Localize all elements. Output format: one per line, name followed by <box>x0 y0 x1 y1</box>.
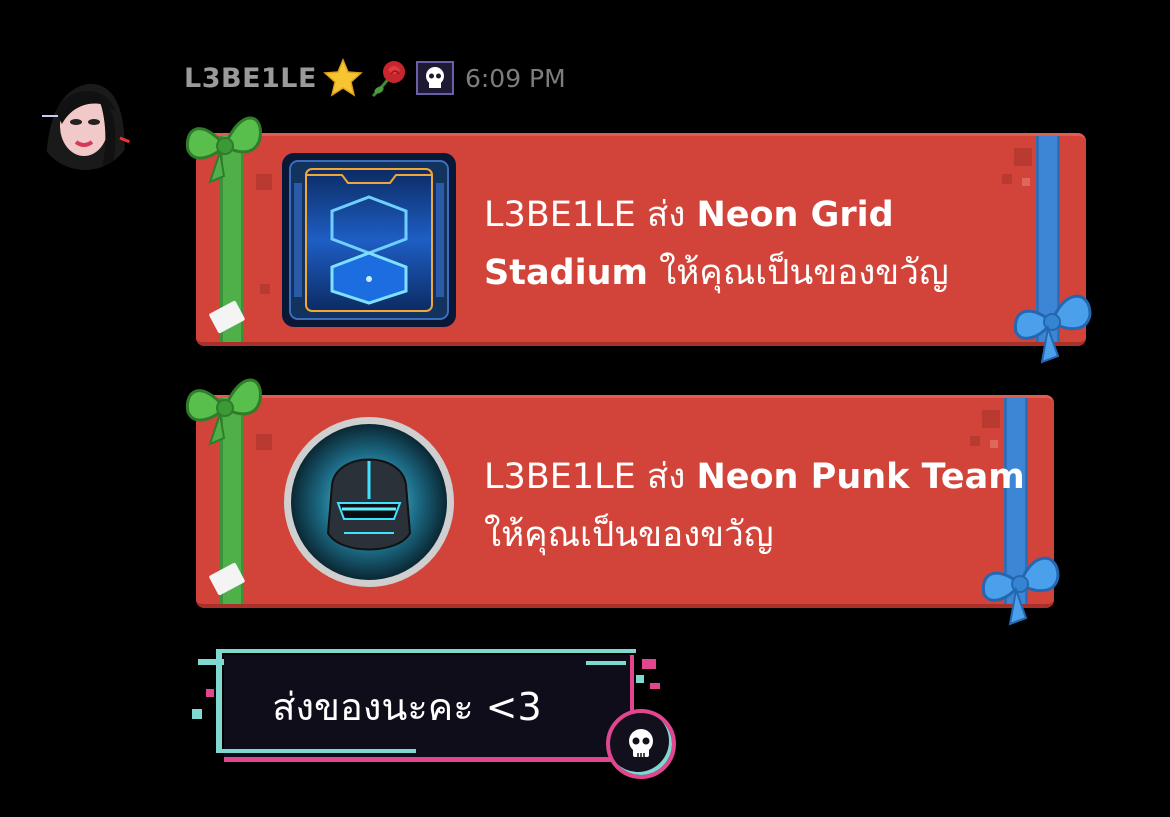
blue-bow-icon <box>981 556 1060 626</box>
avatar-portrait-icon <box>36 72 134 170</box>
username[interactable]: L3BE1LE <box>184 63 317 94</box>
neon-helmet-icon <box>282 415 456 589</box>
pixel-decoration <box>1002 174 1012 184</box>
glitch-line <box>642 659 656 669</box>
green-bow-icon <box>185 116 262 184</box>
pixel-decoration <box>1022 178 1030 186</box>
gift-sender: L3BE1LE <box>484 457 636 497</box>
gift-verb: ส่ง <box>635 457 697 497</box>
glitch-line <box>216 653 222 749</box>
glitch-line <box>630 655 634 715</box>
gift-card[interactable]: L3BE1LE ส่ง Neon Grid Stadium ให้คุณเป็น… <box>196 133 1086 346</box>
pixel-decoration <box>1014 148 1032 166</box>
glitch-line <box>216 649 636 653</box>
skull-icon <box>606 709 676 779</box>
timestamp: 6:09 PM <box>464 63 566 93</box>
gift-verb: ส่ง <box>635 195 697 235</box>
rose-icon <box>369 58 409 98</box>
gift-message: L3BE1LE ส่ง Neon Grid Stadium ให้คุณเป็น… <box>484 186 1044 302</box>
glitch-line <box>224 757 644 762</box>
bubble-body: ส่งของนะคะ <3 <box>224 655 630 757</box>
glitch-line <box>650 683 660 689</box>
chat-message: L3BE1LE 6:09 PM L3BE1LE ส่ง Neon Grid St… <box>0 0 1170 817</box>
message-text: ส่งของนะคะ <3 <box>272 684 542 729</box>
pixel-decoration <box>982 410 1000 428</box>
gift-message: L3BE1LE ส่ง Neon Punk Team ให้คุณเป็นของ… <box>484 448 1044 564</box>
message-bubble[interactable]: ส่งของนะคะ <3 <box>186 645 676 779</box>
green-bow-icon <box>185 378 262 446</box>
pixel-decoration <box>990 440 998 448</box>
gift-suffix: ให้คุณเป็นของขวัญ <box>648 253 949 293</box>
gift-suffix: ให้คุณเป็นของขวัญ <box>484 515 774 555</box>
message-header: L3BE1LE 6:09 PM <box>184 56 566 100</box>
pixel-decoration <box>970 436 980 446</box>
glitch-line <box>586 661 626 665</box>
skull-icon <box>415 58 455 98</box>
avatar[interactable] <box>36 72 134 170</box>
star-icon <box>323 58 363 98</box>
glitch-line <box>636 675 644 683</box>
gift-sender: L3BE1LE <box>484 195 636 235</box>
glitch-line <box>192 709 202 719</box>
gift-item-name: Neon Punk Team <box>696 457 1025 497</box>
pixel-decoration <box>260 284 270 294</box>
gift-card[interactable]: L3BE1LE ส่ง Neon Punk Team ให้คุณเป็นของ… <box>196 395 1054 608</box>
glitch-line <box>216 749 416 753</box>
stadium-card-icon <box>282 153 456 327</box>
blue-bow-icon <box>1013 294 1092 364</box>
glitch-line <box>206 689 214 697</box>
